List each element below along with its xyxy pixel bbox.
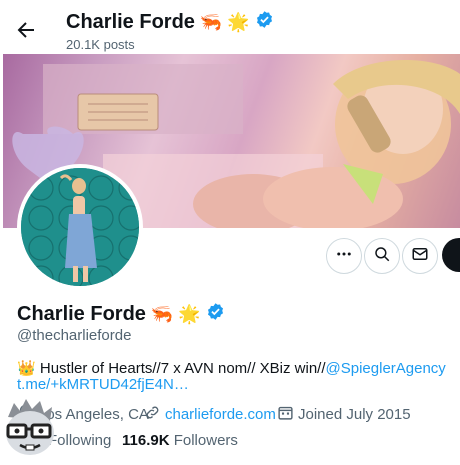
search-button[interactable] (364, 238, 400, 274)
bio-text: Hustler of Hearts//7 x AVN nom// XBiz wi… (35, 360, 326, 377)
more-button[interactable] (326, 238, 362, 274)
crown-icon: 👑 (17, 360, 36, 377)
link-icon (144, 404, 161, 425)
avatar[interactable] (21, 168, 139, 286)
followers-link[interactable]: 116.9K Followers (122, 432, 238, 449)
header-name: Charlie Forde (66, 11, 195, 33)
bio-telegram-link[interactable]: t.me/+kMRTUD42fjE4N… (17, 376, 189, 393)
joined-text: Joined July 2015 (298, 406, 411, 423)
nerd-mascot-icon (0, 395, 60, 460)
followers-label: Followers (173, 432, 238, 449)
website-item: charlieforde.com (144, 404, 276, 425)
header-title: Charlie Forde 🦐 🌟 (66, 10, 274, 35)
mail-icon (411, 245, 429, 268)
profile-name-row: Charlie Forde 🦐 🌟 (17, 302, 225, 327)
display-name: Charlie Forde (17, 303, 146, 325)
calendar-icon (277, 404, 294, 425)
follow-button[interactable] (442, 238, 460, 272)
bio-mention-link[interactable]: @SpieglerAgency (326, 360, 446, 377)
posts-count: 20.1K posts (66, 37, 135, 52)
profile-handle: @thecharlieforde (17, 327, 132, 344)
bio-line-1: 👑 Hustler of Hearts//7 x AVN nom// XBiz … (17, 359, 446, 377)
top-bar: Charlie Forde 🦐 🌟 20.1K posts (0, 0, 460, 54)
verified-badge-icon (255, 10, 274, 35)
search-icon (373, 245, 391, 268)
verified-badge-icon (206, 302, 225, 327)
followers-count: 116.9K (122, 432, 170, 449)
back-arrow-icon[interactable] (14, 18, 38, 42)
shrimp-icon: 🦐 (199, 12, 223, 32)
more-icon (335, 245, 353, 268)
shrimp-icon: 🦐 (150, 304, 174, 324)
joined-item: Joined July 2015 (277, 404, 411, 425)
star-icon: 🌟 (178, 304, 201, 324)
website-link[interactable]: charlieforde.com (165, 406, 276, 423)
message-button[interactable] (402, 238, 438, 274)
bio-line-2: t.me/+kMRTUD42fjE4N… (17, 376, 189, 393)
star-icon: 🌟 (227, 12, 250, 32)
